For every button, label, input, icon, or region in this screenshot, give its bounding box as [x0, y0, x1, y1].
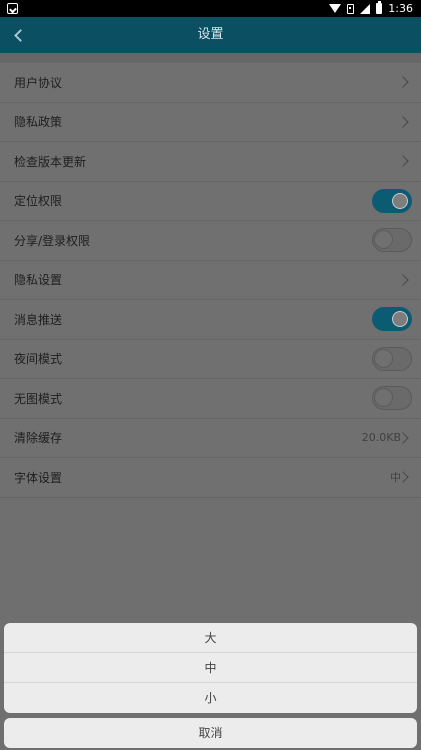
toggle-knob — [390, 190, 410, 211]
row-label: 夜间模式 — [14, 352, 63, 367]
no-image-mode-toggle[interactable] — [372, 386, 412, 411]
row-label: 定位权限 — [14, 194, 63, 209]
row-label: 字体设置 — [14, 470, 63, 485]
settings-row-user-agreement[interactable]: 用户协议 — [0, 63, 421, 103]
settings-row-share-login-permission: 分享/登录权限 — [0, 221, 421, 261]
wifi-icon — [329, 4, 342, 13]
chevron-right-icon — [397, 273, 411, 287]
settings-row-privacy-policy[interactable]: 隐私政策 — [0, 103, 421, 142]
font-option-small[interactable]: 小 — [4, 683, 417, 713]
page-title: 设置 — [197, 27, 224, 42]
chevron-right-icon — [397, 115, 411, 129]
row-label: 检查版本更新 — [14, 154, 87, 169]
row-label: 隐私政策 — [14, 115, 63, 130]
settings-row-push-notifications: 消息推送 — [0, 300, 421, 340]
app-notification-icon — [7, 3, 18, 14]
chevron-right-icon — [397, 431, 411, 445]
battery-icon — [376, 1, 383, 14]
cache-size: 20.0KB — [361, 431, 401, 445]
toggle-knob — [374, 348, 393, 368]
chevron-right-icon — [397, 154, 411, 168]
section-gap — [0, 53, 421, 63]
settings-row-location-permission: 定位权限 — [0, 182, 421, 221]
status-time: 1:36 — [388, 2, 413, 15]
settings-row-privacy-settings[interactable]: 隐私设置 — [0, 261, 421, 300]
toggle-knob — [374, 388, 393, 408]
row-label: 无图模式 — [14, 391, 63, 406]
toggle-knob — [390, 309, 410, 330]
settings-row-no-image-mode: 无图模式 — [0, 379, 421, 419]
settings-row-night-mode: 夜间模式 — [0, 340, 421, 379]
night-mode-toggle[interactable] — [372, 346, 412, 371]
cancel-button[interactable]: 取消 — [4, 718, 417, 748]
settings-list: 用户协议 隐私政策 检查版本更新 定位权限 分享/登录权限 隐私设置 消息推送 … — [0, 63, 421, 498]
chevron-right-icon — [397, 470, 411, 484]
font-size-action-sheet: 大 中 小 — [4, 623, 417, 713]
toggle-knob — [374, 230, 393, 250]
push-notifications-toggle[interactable] — [372, 307, 412, 332]
signal-icon — [360, 3, 371, 14]
row-label: 分享/登录权限 — [14, 233, 91, 248]
sim-card-icon — [347, 3, 355, 14]
row-label: 消息推送 — [14, 312, 63, 327]
chevron-right-icon — [397, 75, 411, 89]
location-permission-toggle[interactable] — [372, 188, 412, 213]
status-icons: 1:36 — [329, 0, 413, 17]
font-option-medium[interactable]: 中 — [4, 653, 417, 683]
row-label: 隐私设置 — [14, 273, 63, 288]
font-option-large[interactable]: 大 — [4, 623, 417, 653]
settings-row-clear-cache[interactable]: 清除缓存 20.0KB — [0, 419, 421, 458]
row-label: 清除缓存 — [14, 431, 63, 446]
app-bar: 设置 — [0, 17, 421, 53]
settings-row-font-settings[interactable]: 字体设置 中 — [0, 458, 421, 498]
settings-row-check-update[interactable]: 检查版本更新 — [0, 142, 421, 182]
share-login-permission-toggle[interactable] — [372, 228, 412, 253]
status-bar: 1:36 — [0, 0, 421, 17]
row-label: 用户协议 — [14, 75, 63, 90]
